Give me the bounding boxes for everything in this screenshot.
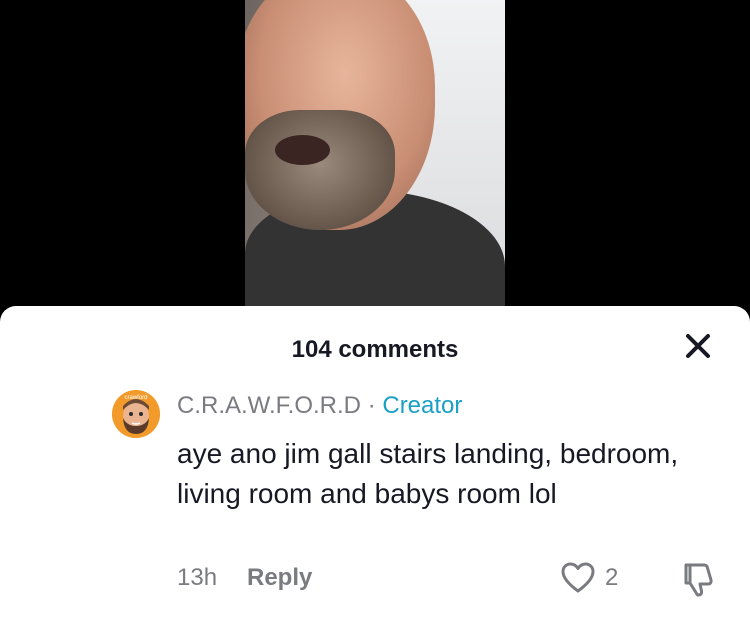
like-count: 2	[605, 564, 619, 591]
comment-timestamp: 13h	[177, 564, 218, 591]
comment-text: aye ano jim gall stairs landing, bedroom…	[177, 438, 679, 509]
video-frame	[245, 0, 505, 320]
close-icon[interactable]	[680, 328, 716, 364]
username-separator: ·	[367, 392, 376, 419]
video-person-beard	[245, 110, 395, 230]
avatar-label: crawford	[124, 395, 147, 401]
comments-panel: 104 comments crawford C.R.A.W.F.O.R.D · …	[0, 306, 750, 617]
comment-author-row: C.R.A.W.F.O.R.D · Creator	[177, 392, 462, 420]
video-person-mouth	[275, 135, 330, 165]
reply-button[interactable]: Reply	[247, 564, 312, 592]
thumbs-down-icon[interactable]	[680, 560, 716, 598]
creator-badge: Creator	[382, 392, 463, 419]
comments-count-title: 104 comments	[291, 336, 459, 363]
comment-username[interactable]: C.R.A.W.F.O.R.D	[177, 392, 361, 419]
heart-icon[interactable]	[561, 562, 595, 594]
avatar[interactable]: crawford	[112, 390, 160, 438]
